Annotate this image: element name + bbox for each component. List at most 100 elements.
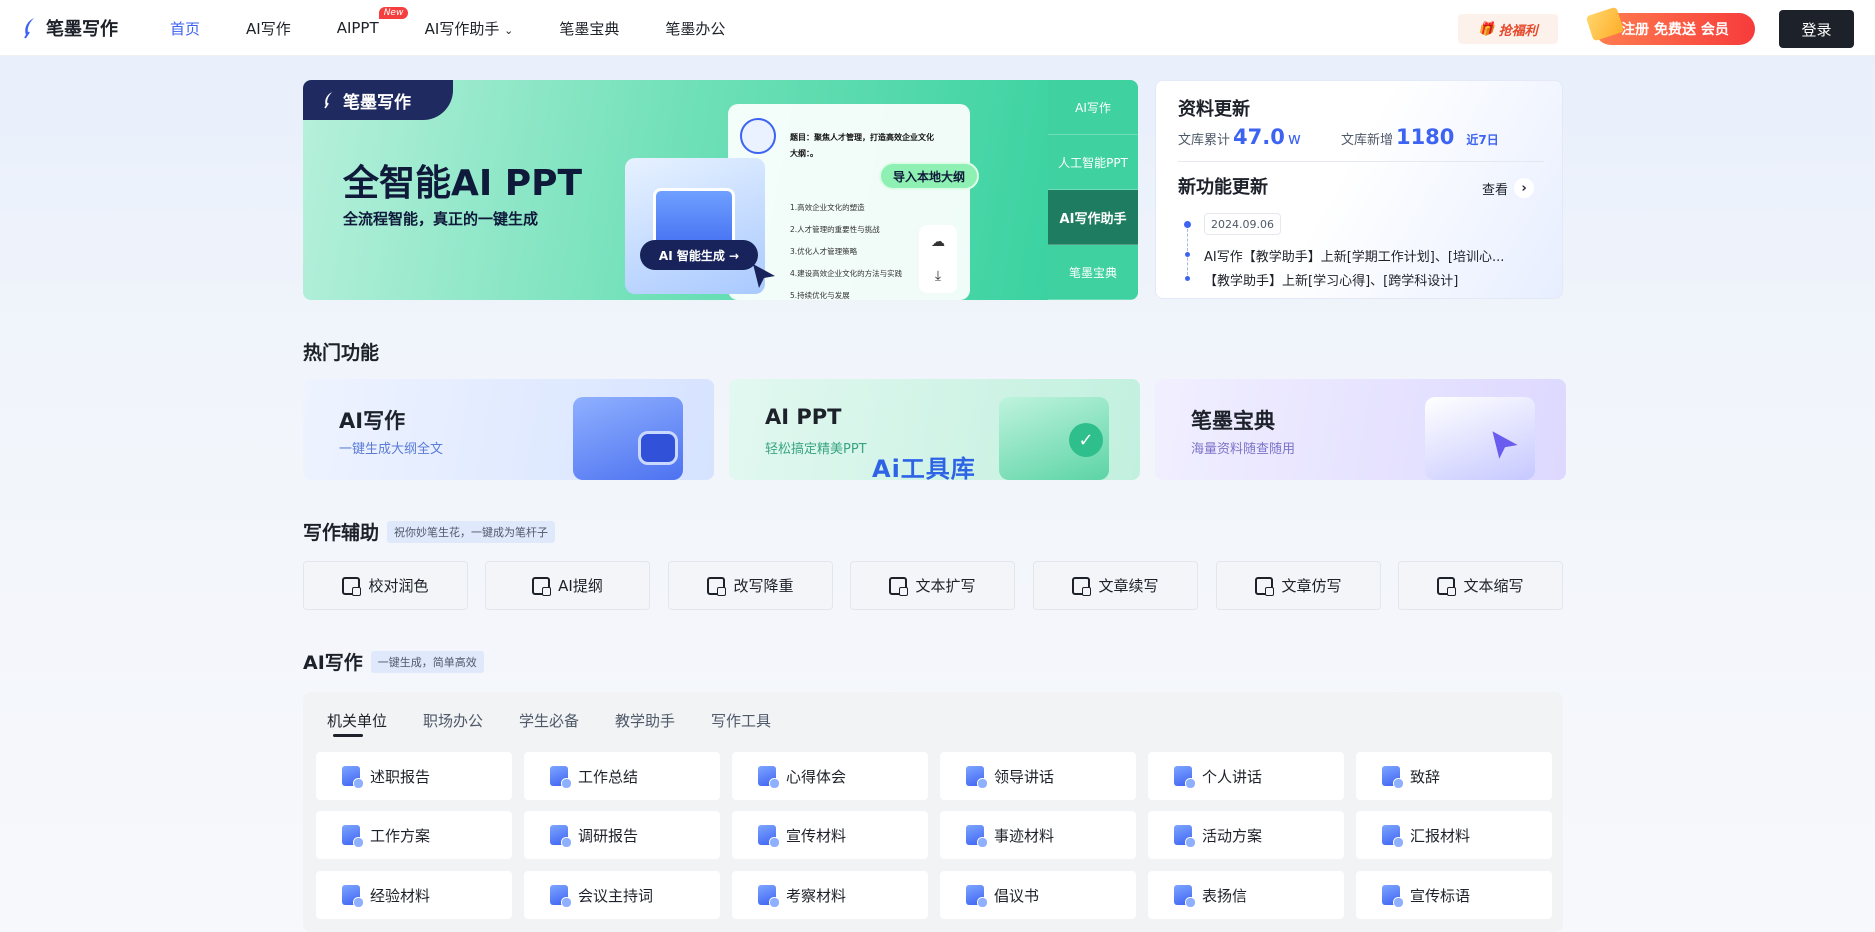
ai-writing-section-title: AI写作 一键生成，简单高效 [303, 648, 484, 675]
logo[interactable]: 笔墨写作 [20, 15, 118, 41]
updates-card: 资料更新 文库累计 47.0 w 文库新增 1180 近7日 新功能更新 查看 ›… [1155, 80, 1563, 299]
tab-government[interactable]: 机关单位 [327, 710, 387, 731]
cloud-upload-icon[interactable]: ☁ [931, 234, 945, 250]
nav-ai-writing[interactable]: AI写作 [246, 18, 291, 39]
gift-icon: 🎁 [1478, 21, 1495, 37]
tab-teaching[interactable]: 教学助手 [615, 710, 675, 731]
document-icon [966, 766, 988, 789]
nav-home[interactable]: 首页 [170, 18, 200, 39]
tab-office[interactable]: 职场办公 [423, 710, 483, 731]
writing-item-label: 宣传标语 [1410, 886, 1471, 905]
see-label: 查看 [1482, 182, 1509, 198]
document-icon [342, 885, 364, 908]
new-value: 1180 [1395, 125, 1455, 149]
nav-office[interactable]: 笔墨办公 [665, 18, 725, 39]
welfare-button[interactable]: 🎁 抢福利 [1458, 14, 1558, 44]
writing-item-label: 心得体会 [786, 767, 847, 786]
writing-item-label: 调研报告 [578, 826, 639, 845]
writing-item[interactable]: 经验材料 [316, 871, 512, 919]
document-icon [758, 766, 780, 789]
assist-button-shorten[interactable]: 文本缩写 [1398, 561, 1563, 610]
document-icon [966, 885, 988, 908]
import-outline-tag[interactable]: 导入本地大纲 [879, 162, 979, 190]
banner-tab-ai-assistant[interactable]: AI写作助手 [1048, 190, 1138, 245]
document-icon [550, 825, 572, 848]
hot-card-ai-writing[interactable]: AI写作 一键生成大纲全文 [303, 379, 714, 480]
timeline-dot [1184, 221, 1191, 228]
hero-banner[interactable]: 笔墨写作 全智能AI PPT 全流程智能，真正的一键生成 题目：聚焦人才管理，打… [303, 80, 1138, 300]
banner-tab-baodian[interactable]: 笔墨宝典 [1048, 245, 1138, 300]
writing-item[interactable]: 宣传材料 [732, 811, 928, 859]
tab-students[interactable]: 学生必备 [519, 710, 579, 731]
chevron-right-icon: › [1514, 178, 1535, 198]
ai-writing-tag: 一键生成，简单高效 [370, 650, 484, 673]
download-icon[interactable]: ⤓ [935, 268, 941, 284]
hot-card-baodian[interactable]: 笔墨宝典 海量资料随查随用 [1155, 379, 1566, 480]
register-vip-button[interactable]: 注册 免费送 会员 [1585, 6, 1755, 45]
writing-item[interactable]: 工作总结 [524, 752, 720, 800]
document-icon [758, 825, 780, 848]
document-icon [1174, 766, 1196, 789]
writing-item[interactable]: 表扬信 [1148, 871, 1344, 919]
writing-item[interactable]: 宣传标语 [1356, 871, 1552, 919]
feature-update-title: 新功能更新 [1178, 177, 1268, 198]
hot-card-title: AI写作 [339, 409, 406, 433]
writing-item-label: 考察材料 [786, 886, 847, 905]
logo-text: 笔墨写作 [46, 19, 118, 40]
continue-icon [1072, 576, 1092, 596]
banner-tab-ai-writing[interactable]: AI写作 [1048, 80, 1138, 135]
writing-item[interactable]: 事迹材料 [940, 811, 1136, 859]
tab-tools[interactable]: 写作工具 [711, 710, 771, 731]
assist-button-expand[interactable]: 文本扩写 [850, 561, 1015, 610]
document-icon [1174, 885, 1196, 908]
vip-label: 注册 免费送 会员 [1621, 22, 1729, 38]
update-item[interactable]: AI写作【教学助手】上新[学期工作计划]、[培训心... [1204, 246, 1504, 265]
main-nav: 首页 AI写作 AIPPT New AI写作助手 ⌄ 笔墨宝典 笔墨办公 [170, 0, 771, 56]
writing-item[interactable]: 述职报告 [316, 752, 512, 800]
writing-item[interactable]: 心得体会 [732, 752, 928, 800]
assist-button-rewrite[interactable]: 改写降重 [668, 561, 833, 610]
edit-icon [707, 576, 727, 596]
see-more-link[interactable]: 查看 › [1482, 178, 1535, 198]
writing-item-label: 活动方案 [1202, 826, 1263, 845]
writing-item-label: 领导讲话 [994, 767, 1055, 786]
watermark-text: Ai工具库 [872, 455, 976, 483]
imitate-icon [1255, 576, 1275, 596]
update-item[interactable]: 【教学助手】上新[学习心得]、[跨学科设计] [1204, 270, 1458, 289]
writing-item[interactable]: 活动方案 [1148, 811, 1344, 859]
writing-item[interactable]: 工作方案 [316, 811, 512, 859]
assist-label: 校对润色 [368, 577, 429, 595]
assist-button-continue[interactable]: 文章续写 [1033, 561, 1198, 610]
active-tab-underline [333, 734, 363, 737]
outline-line: 5.持续优化与发展 [790, 291, 850, 300]
new-label: 文库新增 [1340, 133, 1393, 148]
writing-item[interactable]: 会议主持词 [524, 871, 720, 919]
writing-item[interactable]: 倡议书 [940, 871, 1136, 919]
writing-item[interactable]: 领导讲话 [940, 752, 1136, 800]
assist-button-imitate[interactable]: 文章仿写 [1216, 561, 1381, 610]
period-label: 近7日 [1466, 133, 1499, 147]
assist-tag: 祝你妙笔生花，一键成为笔杆子 [387, 520, 556, 543]
banner-tab-ai-ppt[interactable]: 人工智能PPT [1048, 135, 1138, 190]
writing-item[interactable]: 个人讲话 [1148, 752, 1344, 800]
document-icon [1382, 885, 1404, 908]
writing-item[interactable]: 致辞 [1356, 752, 1552, 800]
document-icon [550, 885, 572, 908]
assist-button-outline[interactable]: AI提纲 [485, 561, 650, 610]
writing-item[interactable]: 考察材料 [732, 871, 928, 919]
assist-title: 写作辅助 [303, 522, 380, 544]
nav-aippt[interactable]: AIPPT New [337, 7, 409, 37]
nav-baodian[interactable]: 笔墨宝典 [559, 18, 619, 39]
nav-ai-assistant[interactable]: AI写作助手 ⌄ [425, 18, 514, 39]
login-button[interactable]: 登录 [1779, 10, 1854, 48]
writing-item-label: 工作总结 [578, 767, 639, 786]
check-icon: ✓ [1069, 423, 1103, 457]
writing-item[interactable]: 调研报告 [524, 811, 720, 859]
document-icon [342, 825, 364, 848]
ai-generate-button[interactable]: AI 智能生成 → [640, 240, 758, 270]
banner-title: 全智能AI PPT [343, 163, 583, 204]
writing-item[interactable]: 汇报材料 [1356, 811, 1552, 859]
updates-title: 资料更新 [1178, 99, 1250, 120]
assist-button-proofread[interactable]: 校对润色 [303, 561, 468, 610]
outline-line: 2.人才管理的重要性与挑战 [790, 225, 880, 234]
